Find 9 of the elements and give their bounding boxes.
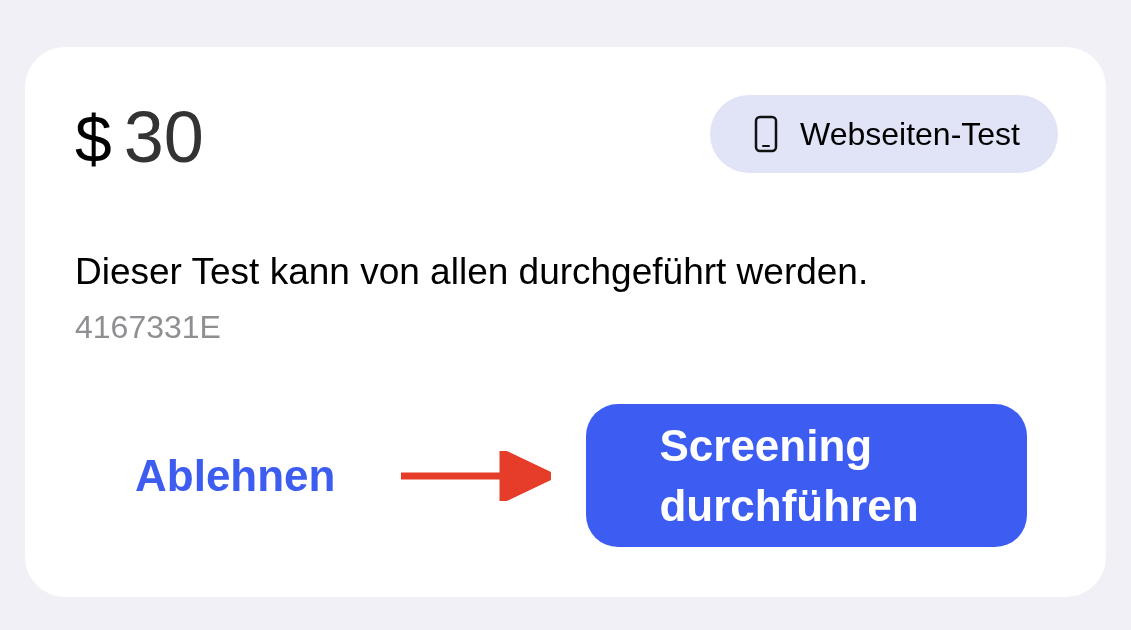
badge-label: Webseiten-Test xyxy=(800,115,1020,154)
phone-icon xyxy=(754,115,779,153)
price-amount: 30 xyxy=(123,101,204,173)
currency-symbol: $ xyxy=(75,106,112,172)
screening-button[interactable]: Screening durchführen xyxy=(586,404,1028,547)
decline-button[interactable]: Ablehnen xyxy=(135,442,336,509)
arrow-icon xyxy=(401,450,552,501)
test-id: 4167331E xyxy=(75,309,221,345)
description: Dieser Test kann von allen durchgeführt werden. xyxy=(75,251,869,292)
